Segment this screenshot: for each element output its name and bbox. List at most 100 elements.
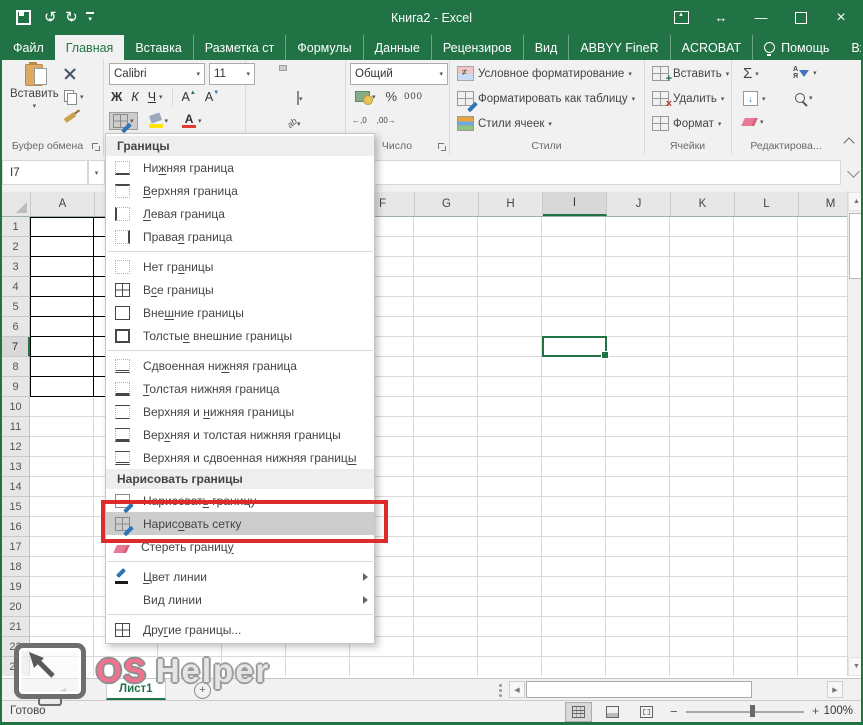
name-box[interactable]: I7 [2,160,88,185]
cell-I14[interactable] [542,477,606,497]
zoom-out-button[interactable]: − [670,704,678,719]
cell-K14[interactable] [670,477,734,497]
cell-L11[interactable] [734,417,798,437]
page-break-view-button[interactable] [633,702,660,722]
comma-style-button[interactable]: 000 [404,91,423,102]
tab-abbyy-finer[interactable]: ABBYY FineR [569,35,670,60]
cell-K9[interactable] [670,377,734,397]
cell-H23[interactable] [478,657,542,676]
select-all-corner[interactable] [2,192,31,216]
cell-H6[interactable] [478,317,542,337]
cell-K22[interactable] [670,637,734,657]
menu-item-цвет-линии[interactable]: Цвет линии [106,565,374,588]
cell-I12[interactable] [542,437,606,457]
menu-item-верхняя-и-сдвоенная-нижняя-границы[interactable]: Верхняя и сдвоенная нижняя границы [106,446,374,469]
normal-view-button[interactable] [565,702,592,722]
cell-H11[interactable] [478,417,542,437]
cell-A4[interactable] [30,277,94,297]
cell-K17[interactable] [670,537,734,557]
cell-F23[interactable] [350,657,414,676]
column-header-K[interactable]: K [671,192,735,216]
collapse-ribbon-icon[interactable] [843,137,854,148]
insert-cells-button[interactable]: + Вставить▾ [652,66,729,81]
cell-A14[interactable] [30,477,94,497]
zoom-slider-handle[interactable] [750,705,755,717]
cell-G14[interactable] [414,477,478,497]
close-icon[interactable]: × [821,0,861,35]
cell-I18[interactable] [542,557,606,577]
cell-M21[interactable] [798,617,847,637]
cell-J4[interactable] [606,277,670,297]
column-header-M[interactable]: M [799,192,847,216]
cell-J15[interactable] [606,497,670,517]
menu-item-внешние-границы[interactable]: Внешние границы [106,301,374,324]
cell-M14[interactable] [798,477,847,497]
cell-J16[interactable] [606,517,670,537]
cell-K4[interactable] [670,277,734,297]
cell-L4[interactable] [734,277,798,297]
italic-button[interactable]: К [131,90,138,104]
row-header-20[interactable]: 20 [2,597,30,617]
cell-A7[interactable] [30,337,94,357]
cell-K5[interactable] [670,297,734,317]
cell-I2[interactable] [542,237,606,257]
cell-J22[interactable] [606,637,670,657]
cell-M10[interactable] [798,397,847,417]
vertical-scrollbar[interactable]: ▲ ▼ [847,192,863,676]
cell-M12[interactable] [798,437,847,457]
fill-handle[interactable] [601,351,609,359]
cell-G3[interactable] [414,257,478,277]
tab-разметка-ст[interactable]: Разметка ст [194,35,286,60]
cell-I21[interactable] [542,617,606,637]
format-as-table-button[interactable]: Форматировать как таблицу▾ [457,91,635,106]
cell-M20[interactable] [798,597,847,617]
menu-item-верхняя-и-толстая-нижняя-границы[interactable]: Верхняя и толстая нижняя границы [106,423,374,446]
cell-M3[interactable] [798,257,847,277]
cut-button[interactable] [64,68,76,80]
cell-G11[interactable] [414,417,478,437]
clear-button[interactable]: ▾ [743,118,764,126]
cell-K1[interactable] [670,217,734,237]
tab-scrollbar-divider[interactable] [499,684,502,687]
cell-I3[interactable] [542,257,606,277]
cell-L5[interactable] [734,297,798,317]
tab-данные[interactable]: Данные [364,35,432,60]
menu-item-все-границы[interactable]: Все границы [106,278,374,301]
row-header-13[interactable]: 13 [2,457,30,477]
autosum-button[interactable]: Σ▾ [743,66,759,81]
cell-H9[interactable] [478,377,542,397]
cell-L18[interactable] [734,557,798,577]
cell-G22[interactable] [414,637,478,657]
cell-J12[interactable] [606,437,670,457]
cell-A10[interactable] [30,397,94,417]
cell-L20[interactable] [734,597,798,617]
scroll-up-icon[interactable]: ▲ [848,192,863,211]
cell-I17[interactable] [542,537,606,557]
cell-L19[interactable] [734,577,798,597]
menu-item-толстая-нижняя-граница[interactable]: Толстая нижняя граница [106,377,374,400]
cell-L6[interactable] [734,317,798,337]
cell-J17[interactable] [606,537,670,557]
cell-H7[interactable] [478,337,542,357]
active-cell-selection[interactable] [542,336,607,357]
tab-файл[interactable]: Файл [2,35,55,60]
cell-G7[interactable] [414,337,478,357]
increase-decimal-button[interactable]: ←,0 [352,116,367,125]
menu-item-другие-границы-[interactable]: Другие границы... [106,618,374,641]
formula-bar-expand-icon[interactable] [847,165,860,178]
cell-M22[interactable] [798,637,847,657]
row-header-14[interactable]: 14 [2,477,30,497]
cell-H4[interactable] [478,277,542,297]
cell-G8[interactable] [414,357,478,377]
wrap-text-button[interactable] [293,65,301,71]
cell-G18[interactable] [414,557,478,577]
cell-E23[interactable] [286,657,350,676]
cell-G17[interactable] [414,537,478,557]
cell-I20[interactable] [542,597,606,617]
font-name-combo[interactable]: Calibri▾ [109,63,205,85]
cell-M8[interactable] [798,357,847,377]
underline-button[interactable]: Ч [148,90,156,104]
resize-icon[interactable]: ↔ [701,0,741,35]
cell-L1[interactable] [734,217,798,237]
menu-item-вид-линии[interactable]: Вид линии [106,588,374,611]
